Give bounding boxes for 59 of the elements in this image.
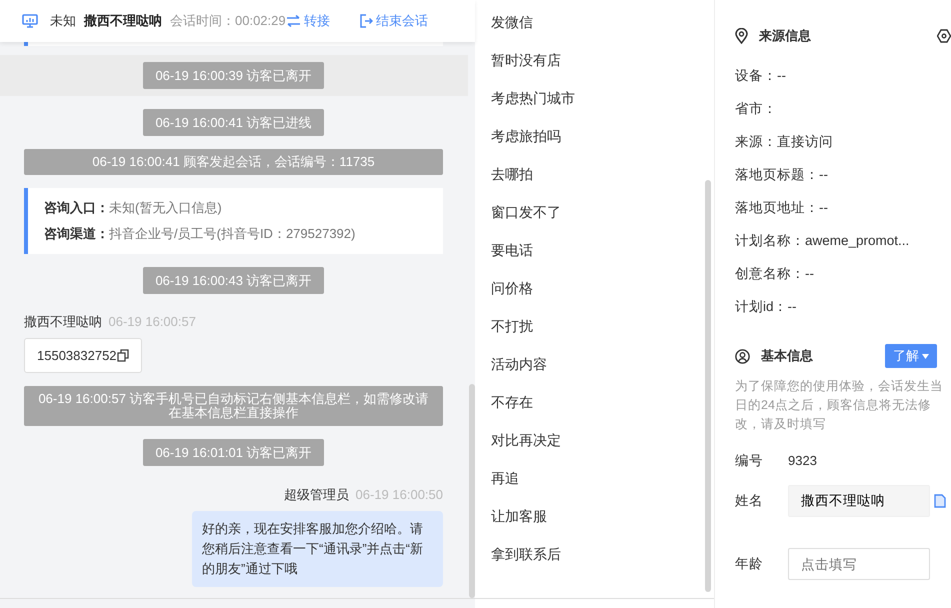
- system-message: 06-19 16:00:41 访客已进线: [143, 109, 324, 136]
- source-info-row-text: 来源：直接访问: [735, 133, 834, 151]
- source-info-row-text: 计划名称：aweme_promot...: [735, 232, 910, 250]
- source-info-row-text: 落地页地址：--: [735, 199, 829, 217]
- device-label: 未知: [50, 12, 76, 30]
- settings-icon[interactable]: [937, 29, 951, 43]
- system-message: 06-19 16:00:57 访客手机号已自动标记右侧基本信息栏，如需修改请在基本信息栏直接操作: [24, 386, 443, 426]
- quick-reply-item[interactable]: 不打扰: [475, 307, 714, 346]
- quick-reply-item[interactable]: 让加客服: [475, 497, 714, 536]
- monitor-icon: [22, 14, 38, 28]
- scrollbar[interactable]: [705, 180, 711, 592]
- message-bubble: 好的亲，现在安排客服加您介绍哈。请您稍后注意查看一下“通讯录”并点击“新的朋友”通过下哦: [192, 510, 443, 586]
- caret-icon: [922, 354, 929, 358]
- source-info-row-text: 设备：--: [735, 67, 787, 85]
- visitor-name: 撒西不理哒呐: [84, 12, 162, 30]
- quick-reply-item[interactable]: 窗口发不了: [475, 193, 714, 232]
- quick-reply-item[interactable]: 对比再决定: [475, 421, 714, 460]
- source-info-row-text: 计划id：--: [735, 298, 798, 316]
- sender-name: 撒西不理哒呐: [24, 313, 102, 331]
- location-pin-icon: [735, 28, 748, 44]
- quick-reply-item[interactable]: 再追: [475, 459, 714, 498]
- user-icon: [735, 348, 750, 364]
- section-title: 来源信息: [759, 27, 811, 46]
- system-message: 06-19 16:00:43 访客已离开: [143, 267, 324, 294]
- copy-icon[interactable]: [116, 348, 129, 362]
- source-info-row-text: 落地页标题：--: [735, 166, 829, 184]
- field-label: 编号: [735, 452, 764, 470]
- source-info-row-text: 创意名称：--: [735, 265, 815, 283]
- section-title: 基本信息: [761, 347, 813, 366]
- source-info-row-text: 省市：: [735, 100, 778, 118]
- quick-reply-item[interactable]: 去哪拍: [475, 155, 714, 194]
- quick-reply-item[interactable]: 考虑热门城市: [475, 79, 714, 118]
- session-timer: 会话时间：00:02:29: [170, 12, 286, 30]
- message-bubble: 15503832752: [24, 338, 142, 373]
- message-time: 06-19 16:00:57: [108, 313, 196, 331]
- quick-reply-item[interactable]: 发微信: [475, 3, 714, 42]
- quick-reply-item[interactable]: 问价格: [475, 269, 714, 308]
- info-line: 咨询入口：未知(暂无入口信息): [44, 199, 223, 217]
- age-field[interactable]: 点击填写: [788, 548, 930, 580]
- message-time: 06-19 16:00:50: [356, 486, 443, 504]
- field-value: 9323: [788, 452, 817, 470]
- quick-reply-item[interactable]: 拿到联系后: [475, 535, 714, 574]
- exit-icon: [360, 14, 373, 28]
- quick-reply-item[interactable]: 考虑旅拍吗: [475, 117, 714, 156]
- system-message: 06-19 16:00:41 顾客发起会话，会话编号：11735: [24, 149, 443, 175]
- notice-text: 为了保障您的使用体验，会话发生当日的24点之后，顾客信息将无法修改，请及时填写: [735, 378, 944, 433]
- system-message: 06-19 16:00:39 访客已离开: [143, 62, 324, 89]
- info-line: 咨询渠道：抖音企业号/员工号(抖音号ID：279527392): [44, 225, 356, 243]
- quick-reply-item[interactable]: 暂时没有店: [475, 41, 714, 80]
- field-label: 姓名: [735, 492, 764, 510]
- name-field[interactable]: 撒西不理哒呐: [788, 485, 930, 518]
- scrollbar[interactable]: [469, 384, 475, 598]
- swap-icon: [286, 15, 301, 27]
- quick-reply-item[interactable]: 要电话: [475, 231, 714, 270]
- sender-name: 超级管理员: [284, 486, 350, 504]
- quick-reply-item[interactable]: 活动内容: [475, 345, 714, 384]
- quick-reply-item[interactable]: 不存在: [475, 383, 714, 422]
- field-label: 年龄: [735, 555, 764, 574]
- system-message: 06-19 16:01:01 访客已离开: [143, 439, 324, 466]
